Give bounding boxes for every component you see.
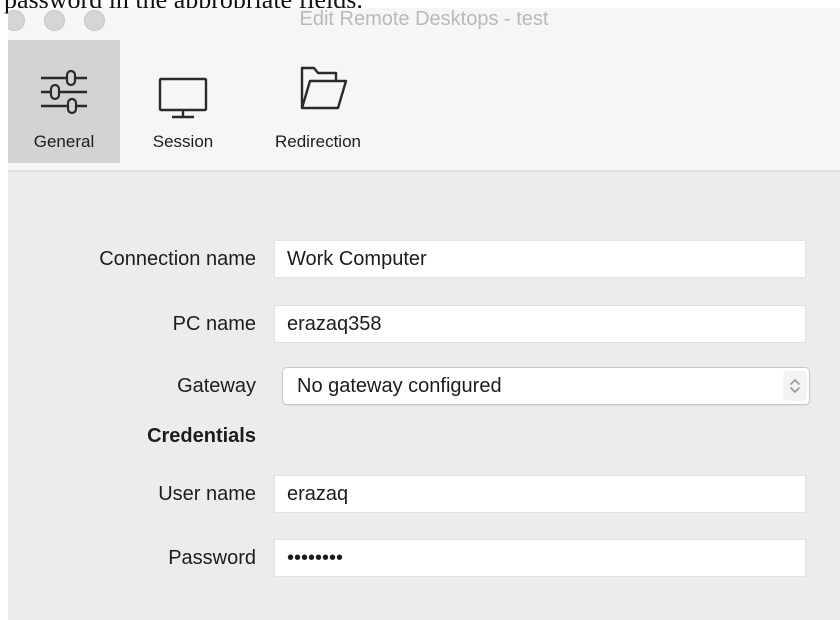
chevron-up-down-icon	[783, 371, 807, 401]
user-name-row: User name erazaq	[8, 475, 840, 515]
tab-redirection[interactable]: Redirection	[258, 40, 378, 163]
connection-name-field[interactable]: Work Computer	[274, 240, 806, 278]
credentials-heading-row: Credentials	[8, 419, 840, 459]
folder-icon	[300, 66, 348, 110]
gateway-selected-value: No gateway configured	[297, 375, 502, 397]
window-title: Edit Remote Desktops - test	[299, 8, 549, 30]
tab-redirection-label: Redirection	[275, 132, 361, 151]
connection-name-label: Connection name	[99, 248, 256, 270]
pc-name-label: PC name	[172, 313, 256, 335]
user-name-label: User name	[158, 483, 256, 505]
tab-general[interactable]: General	[8, 40, 120, 163]
preferences-toolbar: General Session Redirection	[8, 40, 840, 172]
password-row: Password ••••••••	[8, 539, 840, 579]
tab-session-label: Session	[152, 132, 214, 151]
edit-remote-desktops-window: Edit Remote Desktops - test General Sess…	[8, 8, 840, 620]
gateway-row: Gateway No gateway configured	[8, 367, 840, 407]
tab-general-label: General	[33, 132, 95, 151]
user-name-field[interactable]: erazaq	[274, 475, 806, 513]
pc-name-field[interactable]: erazaq358	[274, 305, 806, 343]
gateway-select[interactable]: No gateway configured	[282, 367, 810, 405]
connection-name-row: Connection name Work Computer	[8, 240, 840, 280]
tab-session[interactable]: Session	[134, 40, 232, 163]
password-label: Password	[168, 547, 256, 569]
gateway-label: Gateway	[177, 375, 256, 397]
pc-name-row: PC name erazaq358	[8, 305, 840, 345]
password-field[interactable]: ••••••••	[274, 539, 806, 577]
credentials-heading: Credentials	[147, 425, 256, 447]
sliders-icon	[41, 69, 87, 115]
title-bar: Edit Remote Desktops - test	[8, 8, 840, 40]
monitor-icon	[158, 77, 208, 119]
